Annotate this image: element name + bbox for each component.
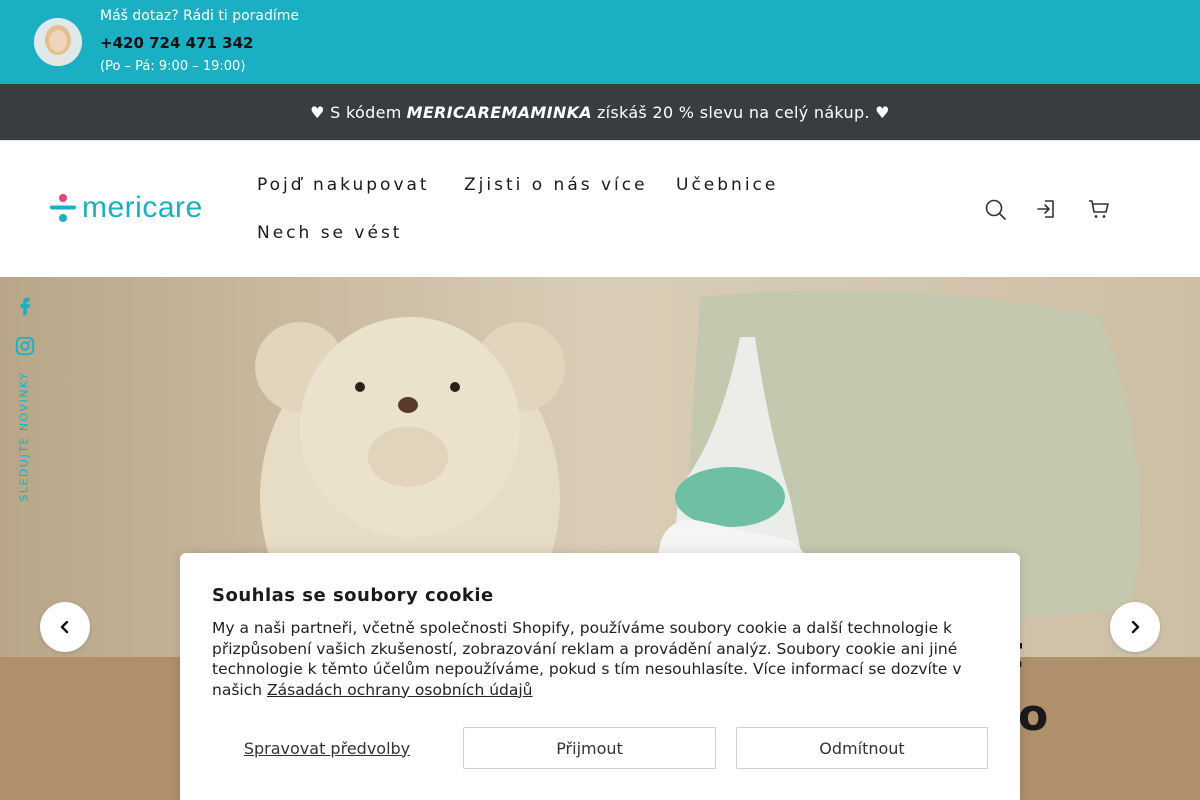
- cookie-body: My a naši partneři, včetně společnosti S…: [212, 618, 972, 700]
- follow-news-label: SLEDUJTE NOVINKY: [17, 371, 31, 502]
- promo-bar: ♥ S kódem MERICAREMAMINKA získáš 20 % sl…: [0, 84, 1200, 140]
- cookie-consent-dialog: Souhlas se soubory cookie My a naši part…: [180, 553, 1020, 800]
- privacy-policy-link[interactable]: Zásadách ochrany osobních údajů: [267, 681, 533, 699]
- search-icon[interactable]: [983, 197, 1007, 221]
- help-question: Máš dotaz? Rádi ti poradíme: [100, 8, 300, 24]
- chevron-left-icon: [60, 620, 69, 634]
- site-header: mericare Pojď nakupovat Zjisti o nás víc…: [0, 140, 1200, 277]
- hero-heading-fragment-2: o: [1018, 690, 1049, 741]
- promo-suffix: získáš 20 % slevu na celý nákup. ♥: [596, 102, 890, 122]
- logo-mark-icon: [50, 194, 76, 222]
- promo-prefix: ♥ S kódem: [310, 102, 402, 122]
- facebook-icon[interactable]: [14, 295, 36, 317]
- manage-preferences-button[interactable]: Spravovat předvolby: [212, 727, 442, 769]
- chevron-right-icon: [1131, 620, 1140, 634]
- instagram-icon[interactable]: [14, 335, 36, 357]
- contact-bar: Máš dotaz? Rádi ti poradíme +420 724 471…: [0, 0, 1200, 84]
- logo-text: mericare: [82, 191, 203, 224]
- site-logo[interactable]: mericare: [50, 191, 203, 225]
- support-avatar: [34, 18, 82, 66]
- nav-guide[interactable]: Nech se vést: [257, 223, 402, 243]
- accept-button[interactable]: Přijmout: [463, 727, 716, 769]
- slider-prev-button[interactable]: [40, 602, 90, 652]
- slider-next-button[interactable]: [1110, 602, 1160, 652]
- cookie-title: Souhlas se soubory cookie: [212, 585, 494, 606]
- phone-number[interactable]: +420 724 471 342: [100, 34, 253, 52]
- account-icon[interactable]: [1035, 197, 1059, 221]
- promo-code: MERICAREMAMINKA: [406, 102, 592, 122]
- nav-about[interactable]: Zjisti o nás více: [464, 175, 648, 195]
- opening-hours: (Po – Pá: 9:00 – 19:00): [100, 59, 246, 74]
- cart-icon[interactable]: [1087, 197, 1111, 221]
- nav-shop[interactable]: Pojď nakupovat: [257, 175, 430, 195]
- nav-textbooks[interactable]: Učebnice: [676, 175, 778, 195]
- decline-button[interactable]: Odmítnout: [736, 727, 988, 769]
